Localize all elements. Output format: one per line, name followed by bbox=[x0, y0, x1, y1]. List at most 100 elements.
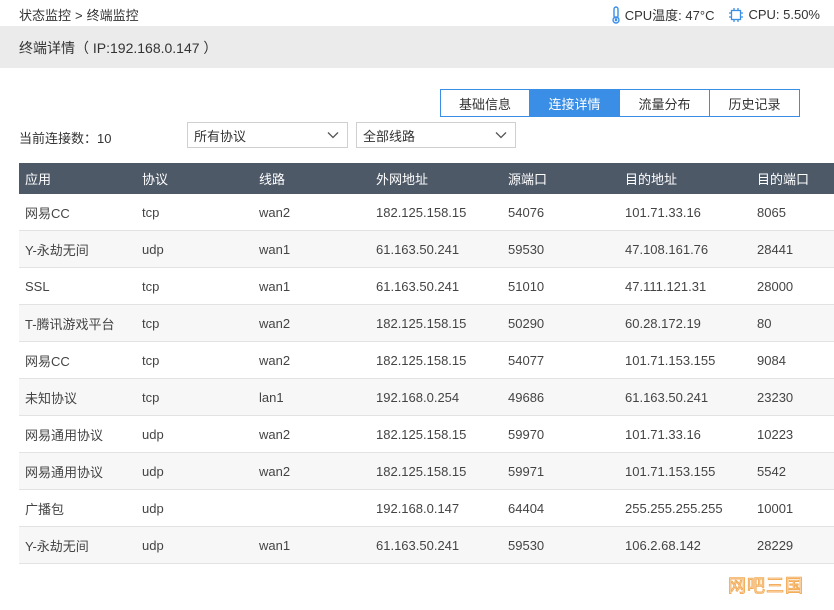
table-cell: 182.125.158.15 bbox=[376, 352, 467, 368]
page-title: 终端详情（ IP:192.168.0.147 ） bbox=[19, 40, 218, 56]
table-cell: lan1 bbox=[259, 389, 284, 405]
table-cell: 网易CC bbox=[25, 205, 70, 221]
table-cell: Y-永劫无间 bbox=[25, 242, 89, 258]
tab-connection-details[interactable]: 连接详情 bbox=[529, 89, 620, 117]
table-cell: wan1 bbox=[259, 278, 291, 294]
table-cell: wan1 bbox=[259, 537, 291, 553]
table-cell: 9084 bbox=[757, 352, 786, 368]
table-cell: 网易CC bbox=[25, 353, 70, 369]
table-cell: wan2 bbox=[259, 315, 291, 331]
cpu-temperature-label: CPU温度: 47°C bbox=[624, 8, 715, 23]
table-cell: 网易通用协议 bbox=[25, 464, 104, 480]
table-cell: wan2 bbox=[259, 204, 291, 220]
tab-history[interactable]: 历史记录 bbox=[709, 89, 800, 117]
table-row: 网易通用协议 udp wan2 182.125.158.15 59970 101.71.3… bbox=[19, 416, 834, 453]
table-row: Y-永劫无间 udp wan1 61.163.50.241 59530 47.108.16… bbox=[19, 231, 834, 268]
column-header-line: 线路 bbox=[259, 172, 286, 187]
tab-traffic-distribution[interactable]: 流量分布 bbox=[619, 89, 710, 117]
table-header: 应用 协议 线路 外网地址 源端口 目的地址 目的端口 bbox=[19, 163, 834, 194]
table-cell: 61.163.50.241 bbox=[625, 389, 709, 405]
table-cell: 80 bbox=[757, 315, 772, 331]
column-header-protocol: 协议 bbox=[142, 172, 169, 187]
table-cell: 10001 bbox=[757, 500, 794, 516]
title-bar: 终端详情（ IP:192.168.0.147 ） bbox=[0, 26, 834, 68]
table-cell: 54076 bbox=[508, 204, 545, 220]
table-cell: 182.125.158.15 bbox=[376, 204, 467, 220]
table-cell: 47.111.121.31 bbox=[625, 278, 707, 294]
table-cell: tcp bbox=[142, 315, 160, 331]
thermometer-icon bbox=[612, 5, 620, 24]
tab-bar: 基础信息 连接详情 流量分布 历史记录 bbox=[440, 89, 800, 117]
table-cell: 61.163.50.241 bbox=[376, 241, 460, 257]
connection-count: 当前连接数：10 bbox=[19, 131, 112, 146]
table-cell: 28229 bbox=[757, 537, 794, 553]
table-row: 广播包 udp 192.168.0.147 64404 255.255.255.255 1… bbox=[19, 490, 834, 527]
table-cell: udp bbox=[142, 500, 164, 516]
table-cell: 61.163.50.241 bbox=[376, 537, 460, 553]
table-cell: Y-永劫无间 bbox=[25, 538, 89, 554]
table-cell: 59970 bbox=[508, 426, 545, 442]
connection-table: 应用 协议 线路 外网地址 源端口 目的地址 目的端口 网易CC tcp wan2 1… bbox=[19, 163, 834, 564]
table-cell: tcp bbox=[142, 352, 160, 368]
table-cell: tcp bbox=[142, 204, 160, 220]
chip-icon bbox=[729, 7, 744, 22]
table-cell: 28000 bbox=[757, 278, 794, 294]
column-header-dest-port: 目的端口 bbox=[757, 172, 810, 187]
system-status: CPU温度: 47°C CPU: 5.50% bbox=[597, 5, 820, 24]
line-select[interactable]: 全部线路 bbox=[356, 122, 516, 148]
table-row: T-腾讯游戏平台 tcp wan2 182.125.158.15 50290 60.28.… bbox=[19, 305, 834, 342]
breadcrumb-parent[interactable]: 状态监控 bbox=[19, 8, 71, 23]
table-cell: 182.125.158.15 bbox=[376, 426, 467, 442]
table-cell: 广播包 bbox=[25, 501, 65, 517]
table-cell: 101.71.33.16 bbox=[625, 426, 701, 442]
tab-basic-info[interactable]: 基础信息 bbox=[440, 89, 530, 117]
table-cell: 49686 bbox=[508, 389, 545, 405]
watermark-logo: 网吧三国 bbox=[728, 576, 804, 598]
table-cell: udp bbox=[142, 463, 164, 479]
column-header-dest-address: 目的地址 bbox=[625, 172, 678, 187]
table-row: Y-永劫无间 udp wan1 61.163.50.241 59530 106.2.68.… bbox=[19, 527, 834, 564]
table-cell: 192.168.0.147 bbox=[376, 500, 460, 516]
table-cell: 106.2.68.142 bbox=[625, 537, 701, 553]
table-cell: 61.163.50.241 bbox=[376, 278, 460, 294]
table-row: 未知协议 tcp lan1 192.168.0.254 49686 61.163.50.2… bbox=[19, 379, 834, 416]
table-cell: 50290 bbox=[508, 315, 545, 331]
table-cell: 255.255.255.255 bbox=[625, 500, 723, 516]
column-header-app: 应用 bbox=[25, 172, 52, 187]
table-cell: 8065 bbox=[757, 204, 786, 220]
cpu-usage: CPU: 5.50% bbox=[728, 7, 820, 23]
table-cell: tcp bbox=[142, 389, 160, 405]
line-select-value: 全部线路 bbox=[363, 128, 416, 144]
table-cell: udp bbox=[142, 426, 164, 442]
chevron-down-icon bbox=[495, 132, 507, 139]
table-cell: SSL bbox=[25, 278, 50, 294]
table-cell: 未知协议 bbox=[25, 390, 78, 406]
table-cell: wan1 bbox=[259, 241, 291, 257]
table-cell: 60.28.172.19 bbox=[625, 315, 701, 331]
protocol-select-value: 所有协议 bbox=[194, 128, 247, 144]
table-cell: 59530 bbox=[508, 537, 545, 553]
table-row: SSL tcp wan1 61.163.50.241 51010 47.111.121.3… bbox=[19, 268, 834, 305]
breadcrumb-separator: > bbox=[75, 8, 83, 23]
protocol-select[interactable]: 所有协议 bbox=[187, 122, 348, 148]
table-cell: 47.108.161.76 bbox=[625, 241, 709, 257]
table-cell: 59971 bbox=[508, 463, 545, 479]
table-cell: udp bbox=[142, 537, 164, 553]
table-cell: wan2 bbox=[259, 352, 291, 368]
table-body: 网易CC tcp wan2 182.125.158.15 54076 101.71.33.… bbox=[19, 194, 834, 564]
breadcrumb-current: 终端监控 bbox=[86, 8, 139, 23]
breadcrumb: 状态监控 > 终端监控 bbox=[19, 5, 139, 24]
table-cell: 59530 bbox=[508, 241, 545, 257]
chevron-down-icon bbox=[327, 132, 339, 139]
table-cell: udp bbox=[142, 241, 164, 257]
cpu-temperature: CPU温度: 47°C bbox=[611, 5, 715, 24]
table-cell: 101.71.153.155 bbox=[625, 463, 716, 479]
table-cell: 101.71.153.155 bbox=[625, 352, 716, 368]
table-row: 网易通用协议 udp wan2 182.125.158.15 59971 101.71.1… bbox=[19, 453, 834, 490]
table-cell: 28441 bbox=[757, 241, 794, 257]
column-header-source-port: 源端口 bbox=[508, 172, 548, 187]
table-row: 网易CC tcp wan2 182.125.158.15 54076 101.71.33.… bbox=[19, 194, 834, 231]
table-cell: 182.125.158.15 bbox=[376, 463, 467, 479]
table-cell: 101.71.33.16 bbox=[625, 204, 701, 220]
table-cell: wan2 bbox=[259, 463, 291, 479]
